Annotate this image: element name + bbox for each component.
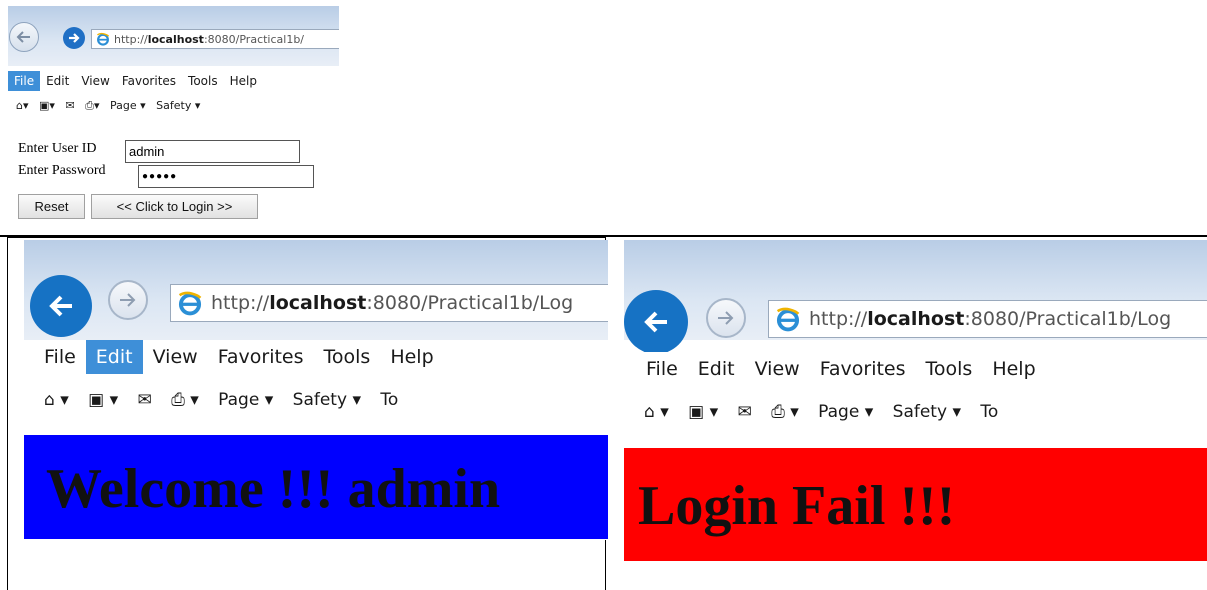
user-id-label: Enter User ID	[18, 141, 97, 156]
menu-edit[interactable]: Edit	[85, 340, 143, 374]
print-icon[interactable]: ⎙ ▾	[171, 390, 199, 410]
address-url: http://localhost:8080/Practical1b/Log	[809, 308, 1172, 330]
menu-favorites[interactable]: Favorites	[810, 352, 916, 386]
rss-feed-icon[interactable]: ▣ ▾	[688, 402, 718, 422]
back-button[interactable]	[30, 275, 92, 337]
menu-tools[interactable]: Tools	[314, 340, 381, 374]
forward-button[interactable]	[63, 27, 85, 49]
address-bar[interactable]: http://localhost:8080/Practical1b/	[91, 29, 339, 49]
fail-heading: Login Fail !!!	[638, 475, 956, 537]
ie-logo-icon	[97, 32, 110, 46]
login-button[interactable]: << Click to Login >>	[91, 194, 258, 219]
command-bar: ⌂ ▾ ▣ ▾ ✉ ⎙ ▾ Page ▾ Safety ▾ To	[24, 390, 608, 428]
browser-window-welcome: http://localhost:8080/Practical1b/Log Fi…	[24, 240, 608, 540]
menu-edit[interactable]: Edit	[40, 71, 75, 91]
mail-icon[interactable]: ✉	[138, 390, 152, 410]
reset-button[interactable]: Reset	[18, 194, 85, 219]
menu-bar: File Edit View Favorites Tools Help	[624, 352, 1207, 388]
menu-favorites[interactable]: Favorites	[116, 71, 182, 91]
forward-button[interactable]	[108, 280, 148, 320]
address-bar[interactable]: http://localhost:8080/Practical1b/Log	[768, 300, 1207, 338]
ie-logo-icon	[178, 291, 202, 316]
menu-file[interactable]: File	[8, 71, 41, 91]
back-arrow-icon	[644, 311, 667, 333]
menu-bar: File Edit View Favorites Tools Help	[24, 340, 608, 376]
menu-file[interactable]: File	[636, 352, 688, 386]
page-menu[interactable]: Page ▾	[818, 402, 873, 422]
print-icon[interactable]: ⎙ ▾	[771, 402, 799, 422]
back-button[interactable]	[624, 290, 688, 354]
safety-menu[interactable]: Safety ▾	[893, 402, 961, 422]
command-bar: ⌂▾ ▣▾ ✉ ⎙▾ Page ▾ Safety ▾	[8, 99, 339, 116]
mail-icon[interactable]: ✉	[65, 99, 74, 112]
ie-logo-icon	[776, 307, 800, 332]
command-bar: ⌂ ▾ ▣ ▾ ✉ ⎙ ▾ Page ▾ Safety ▾ To	[624, 402, 1207, 440]
address-bar[interactable]: http://localhost:8080/Practical1b/Log	[170, 284, 608, 322]
home-icon[interactable]: ⌂ ▾	[44, 390, 69, 410]
menu-help[interactable]: Help	[380, 340, 443, 374]
menu-view[interactable]: View	[143, 340, 208, 374]
forward-arrow-icon	[69, 33, 80, 43]
menu-favorites[interactable]: Favorites	[208, 340, 314, 374]
safety-menu[interactable]: Safety ▾	[293, 390, 361, 410]
rss-feed-icon[interactable]: ▣ ▾	[88, 390, 118, 410]
menu-tools[interactable]: Tools	[916, 352, 983, 386]
mail-icon[interactable]: ✉	[738, 402, 752, 422]
back-arrow-icon	[49, 295, 72, 317]
menu-file[interactable]: File	[34, 340, 86, 374]
safety-menu[interactable]: Safety ▾	[156, 99, 200, 112]
password-input[interactable]: ●●●●●	[138, 165, 314, 188]
tools-menu[interactable]: To	[380, 390, 398, 410]
user-id-input[interactable]: admin	[125, 140, 300, 163]
browser-window-login: http://localhost:8080/Practical1b/ File E…	[8, 6, 339, 116]
menu-help[interactable]: Help	[982, 352, 1045, 386]
menu-edit[interactable]: Edit	[688, 352, 745, 386]
browser-window-fail: http://localhost:8080/Practical1b/Log Fi…	[624, 240, 1207, 562]
rss-feed-icon[interactable]: ▣▾	[39, 99, 55, 112]
address-url: http://localhost:8080/Practical1b/	[114, 32, 305, 46]
home-icon[interactable]: ⌂ ▾	[644, 402, 669, 422]
forward-arrow-icon	[120, 293, 136, 307]
address-url: http://localhost:8080/Practical1b/Log	[211, 292, 574, 314]
page-menu[interactable]: Page ▾	[218, 390, 273, 410]
forward-button[interactable]	[706, 298, 746, 338]
menu-view[interactable]: View	[75, 71, 115, 91]
welcome-banner: Welcome !!! admin	[24, 435, 608, 539]
menu-tools[interactable]: Tools	[182, 71, 224, 91]
menu-help[interactable]: Help	[224, 71, 263, 91]
welcome-heading: Welcome !!! admin	[46, 458, 501, 520]
tools-menu[interactable]: To	[980, 402, 998, 422]
back-button[interactable]	[9, 22, 39, 52]
password-label: Enter Password	[18, 163, 106, 178]
forward-arrow-icon	[718, 311, 734, 325]
back-arrow-icon	[16, 31, 30, 43]
fail-banner: Login Fail !!!	[624, 448, 1207, 561]
home-icon[interactable]: ⌂▾	[16, 99, 29, 112]
print-icon[interactable]: ⎙▾	[85, 99, 99, 112]
menu-view[interactable]: View	[745, 352, 810, 386]
menu-bar: File Edit View Favorites Tools Help	[8, 71, 339, 93]
page-menu[interactable]: Page ▾	[110, 99, 146, 112]
